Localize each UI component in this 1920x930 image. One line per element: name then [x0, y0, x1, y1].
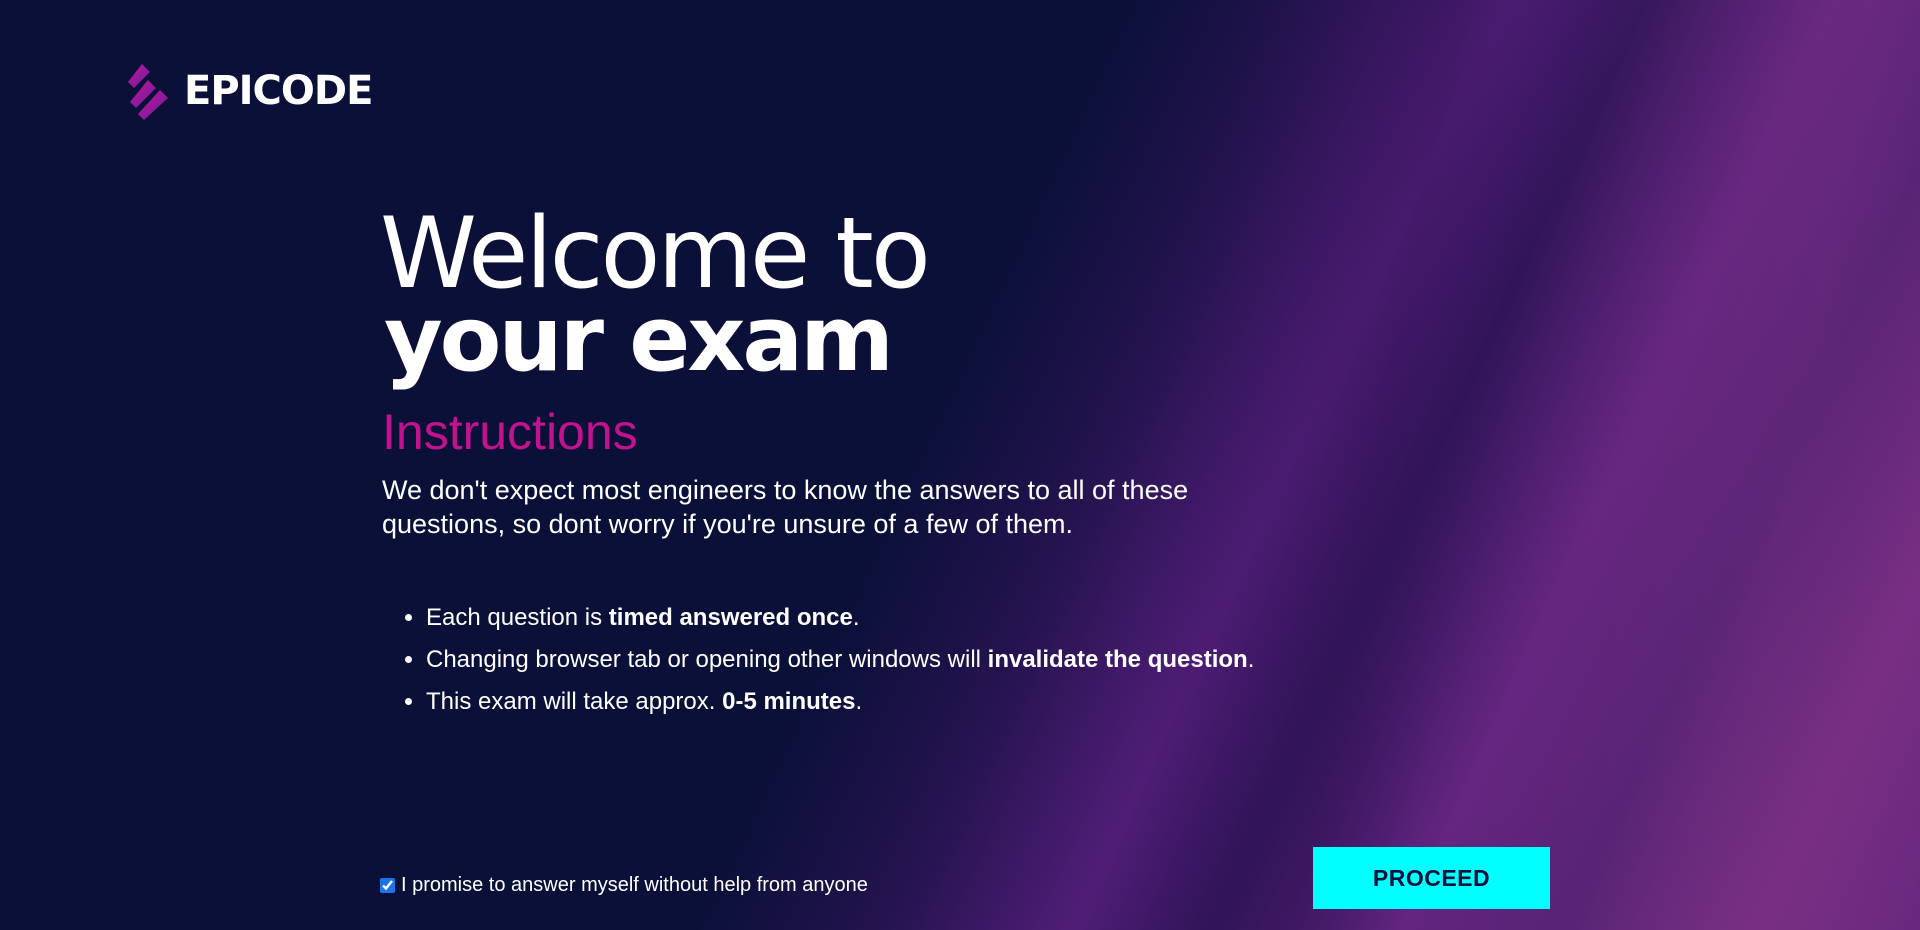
epicode-stripes-icon — [128, 64, 168, 120]
instructions-heading: Instructions — [382, 404, 638, 460]
logo-text: EPICODE — [184, 68, 373, 114]
rules-list: Each question is timed answered once. Ch… — [380, 597, 1380, 723]
rule-item: Each question is timed answered once. — [426, 597, 1380, 639]
rule-item: This exam will take approx. 0-5 minutes. — [426, 681, 1380, 723]
rule-item: Changing browser tab or opening other wi… — [426, 639, 1380, 681]
proceed-button[interactable]: PROCEED — [1313, 847, 1550, 909]
promise-checkbox[interactable] — [380, 878, 395, 893]
main-content: Welcome to your exam Instructions We don… — [380, 205, 1380, 723]
title-line-2: your exam — [384, 287, 894, 392]
promise-field[interactable]: I promise to answer myself without help … — [380, 874, 868, 897]
logo: EPICODE — [126, 62, 373, 120]
promise-label: I promise to answer myself without help … — [401, 874, 868, 896]
instructions-intro: We don't expect most engineers to know t… — [382, 475, 1189, 539]
